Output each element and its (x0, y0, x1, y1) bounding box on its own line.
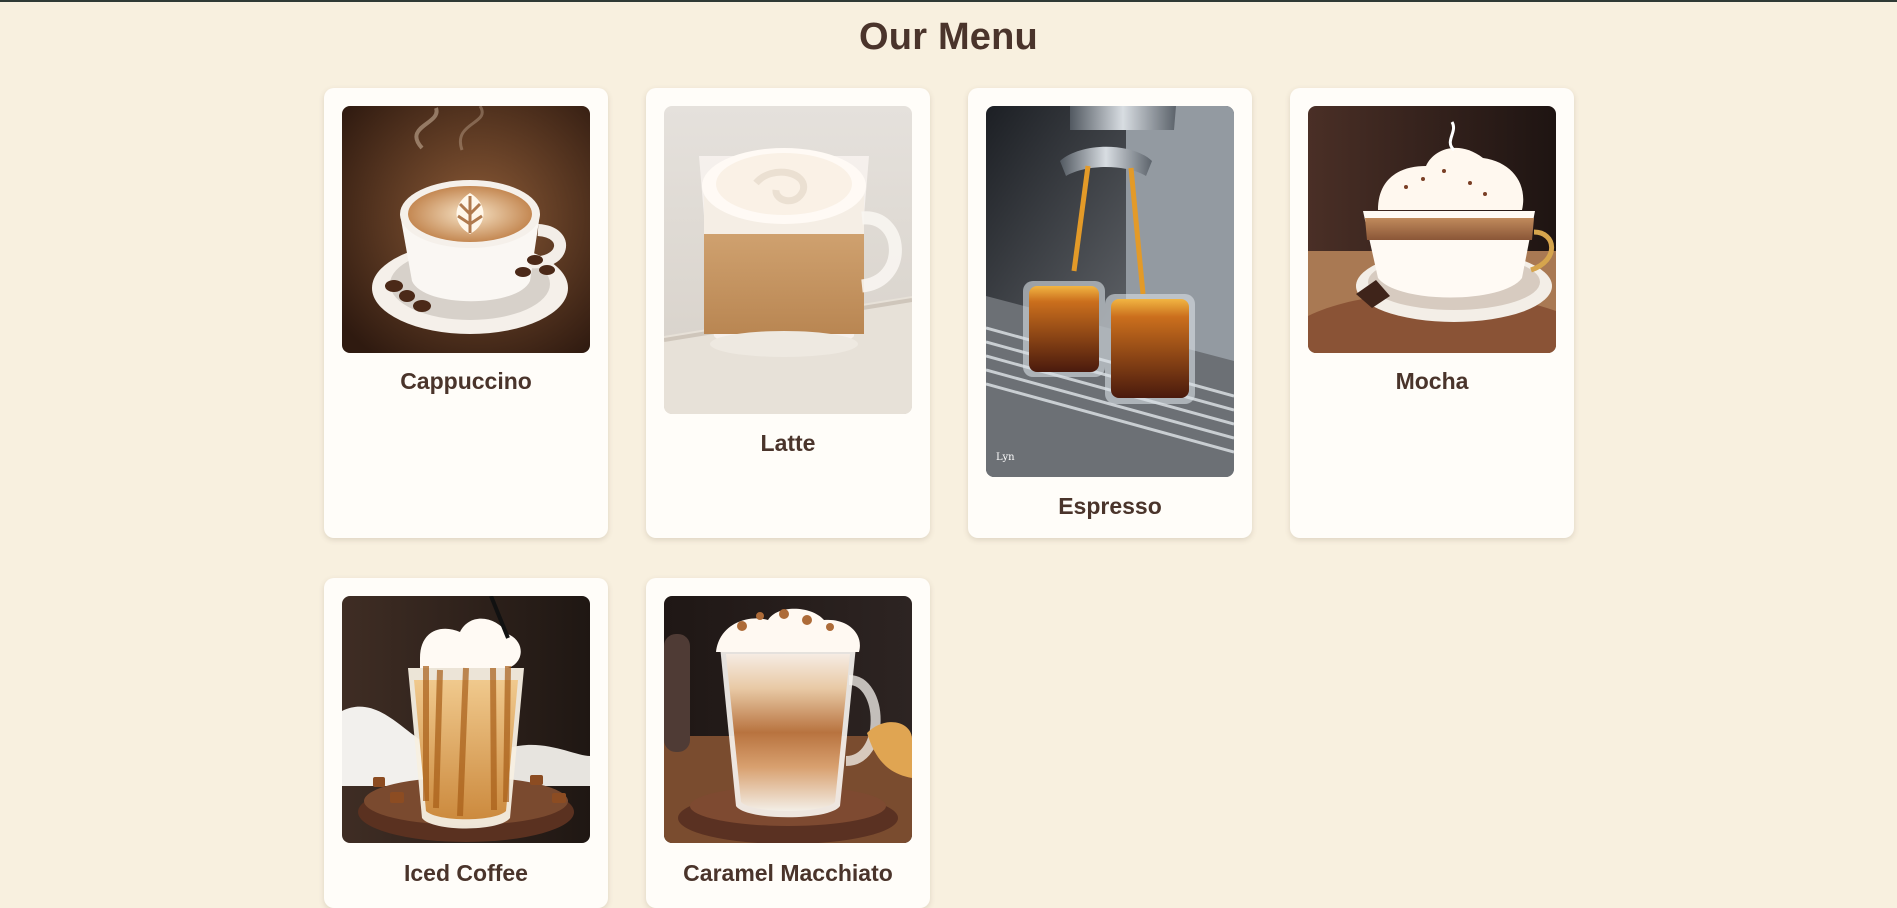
menu-item-name: Caramel Macchiato (683, 860, 893, 886)
menu-item-name: Mocha (1395, 368, 1469, 394)
menu-item-name: Iced Coffee (404, 860, 528, 886)
mocha-photo (1308, 106, 1556, 353)
menu-item-name: Cappuccino (400, 368, 532, 394)
menu-card-caramel-macchiato[interactable]: Caramel Macchiato (646, 578, 930, 908)
menu-card-espresso[interactable]: Lyn Espresso (968, 88, 1252, 538)
menu-card-mocha[interactable]: Mocha (1290, 88, 1574, 538)
menu-item-name: Latte (760, 430, 816, 456)
menu-card-latte[interactable]: Latte (646, 88, 930, 538)
menu-card-iced-coffee[interactable]: Iced Coffee (324, 578, 608, 908)
menu-item-name: Espresso (1058, 493, 1162, 519)
cappuccino-photo (342, 106, 590, 353)
espresso-photo: Lyn (986, 106, 1234, 477)
svg-text:Lyn: Lyn (996, 452, 1015, 463)
menu-card-cappuccino[interactable]: Cappuccino (324, 88, 608, 538)
caramel-macchiato-photo (664, 596, 912, 843)
page-title: Our Menu (859, 16, 1038, 58)
iced-coffee-photo (342, 596, 590, 843)
latte-photo (664, 106, 912, 414)
menu-grid: Cappuccino Latte Lyn Espresso Mocha Iced… (324, 88, 1576, 908)
